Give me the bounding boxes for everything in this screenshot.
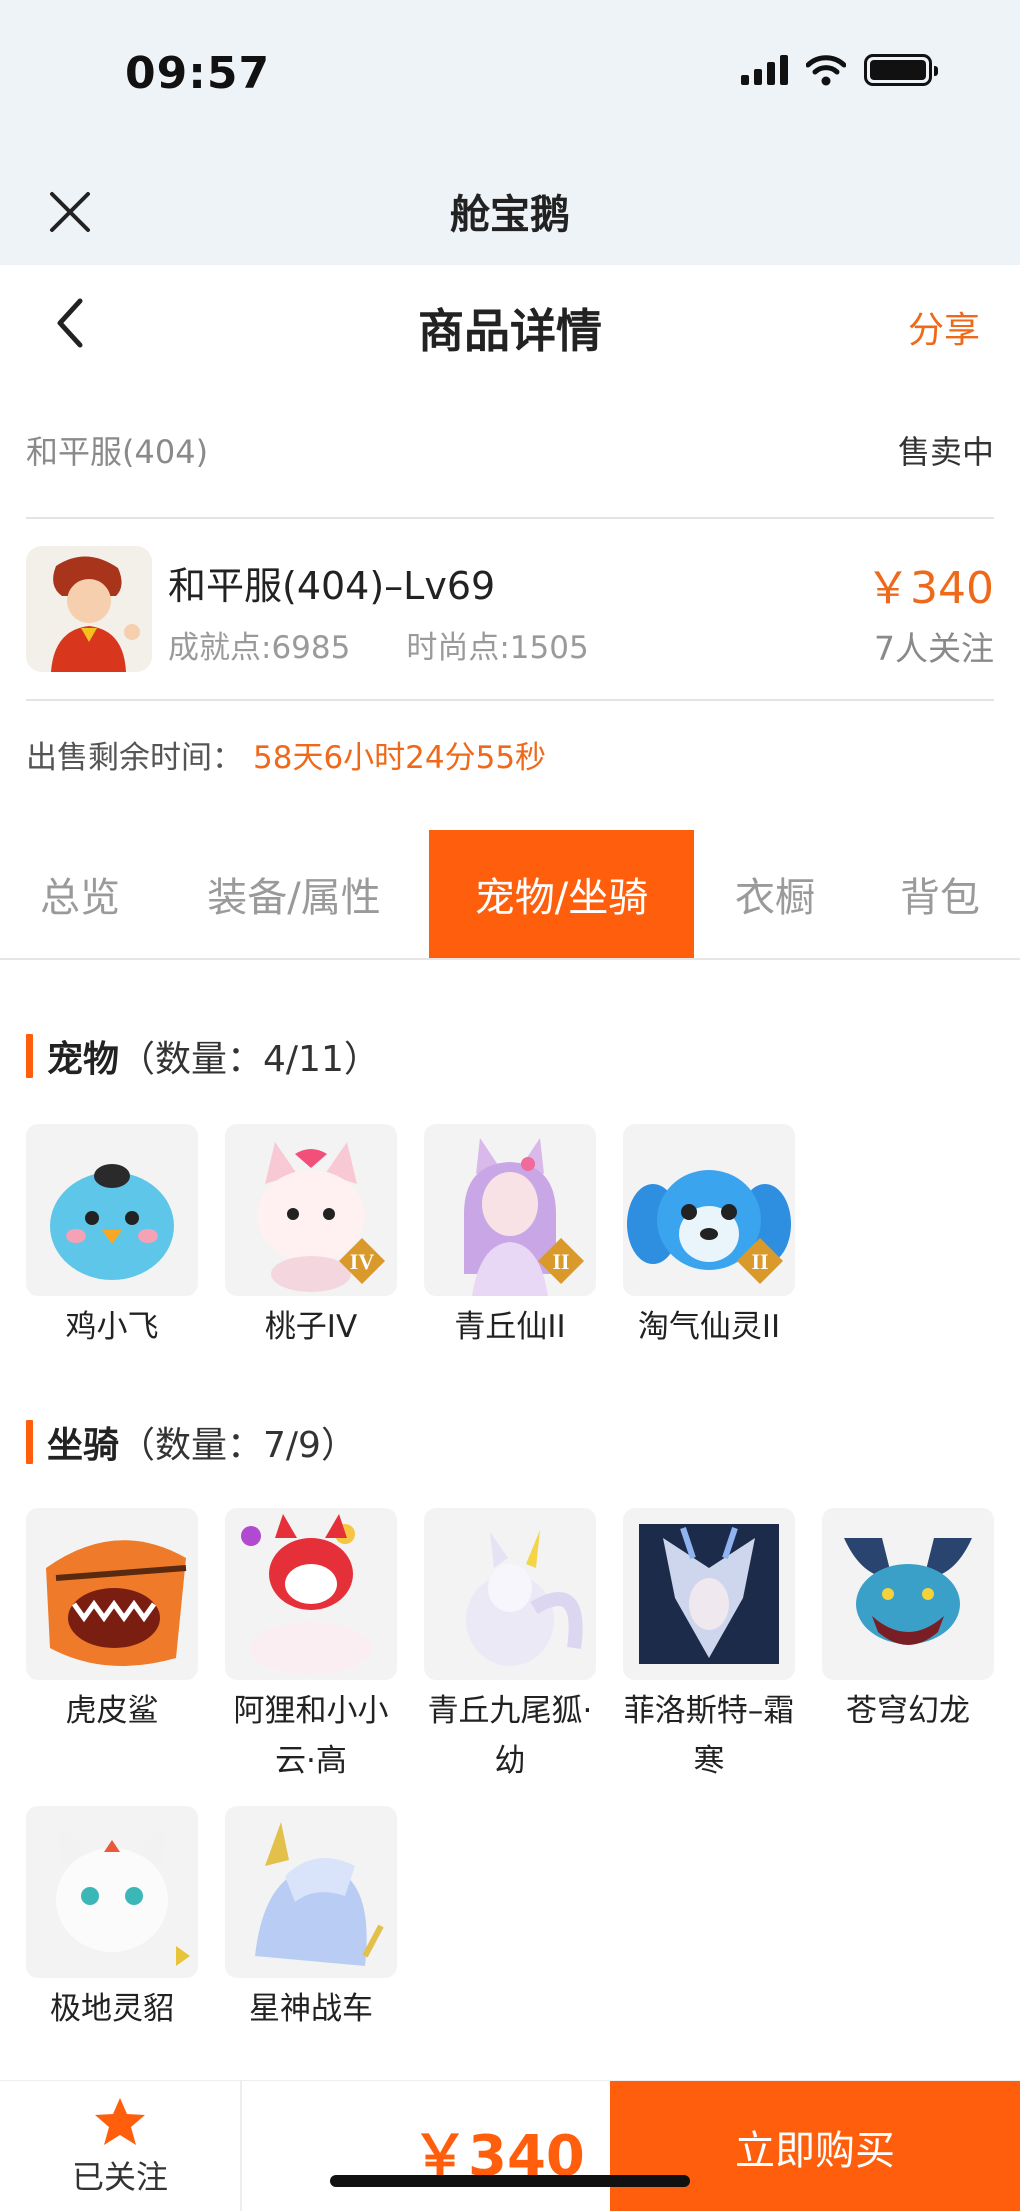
svg-text:II: II: [751, 1249, 768, 1274]
tab-overview[interactable]: 总览: [0, 830, 160, 958]
server-row: 和平服(404) 售卖中: [26, 420, 994, 480]
sale-status: 售卖中: [897, 433, 994, 471]
mount-image: [225, 1508, 397, 1680]
app-title: 舱宝鹅: [450, 192, 570, 238]
pet-card[interactable]: II 青丘仙II: [424, 1124, 596, 1352]
mount-card[interactable]: 苍穹幻龙: [822, 1508, 994, 1736]
pet-image: IV: [225, 1124, 397, 1296]
mount-name: 极地灵貂: [50, 1991, 174, 2027]
battery-icon: [864, 54, 938, 86]
mount-card[interactable]: 虎皮鲨: [26, 1508, 198, 1736]
follow-label: 已关注: [71, 2157, 168, 2196]
svg-text:IV: IV: [350, 1249, 375, 1274]
remaining-time-label: 出售剩余时间：: [26, 740, 243, 776]
signal-icon: [741, 55, 788, 85]
mount-card[interactable]: 菲洛斯特–霜寒: [623, 1508, 795, 1786]
remaining-time-row: 出售剩余时间： 58天6小时24分55秒: [26, 732, 546, 777]
mount-card[interactable]: 阿狸和小小云·高: [225, 1508, 397, 1786]
wifi-icon: [806, 55, 846, 86]
pet-name: 青丘仙II: [454, 1309, 566, 1345]
item-stats: 成就点:6985 时尚点:1505: [168, 622, 589, 667]
tab-bar: 总览 装备/属性 宠物/坐骑 衣橱 背包: [0, 830, 1020, 960]
rank-badge-icon: II: [737, 1238, 783, 1284]
mount-image: [26, 1806, 198, 1978]
fashion-points: 时尚点:1505: [406, 630, 589, 666]
pet-name: 桃子IV: [264, 1309, 358, 1345]
mount-image: [822, 1508, 994, 1680]
mount-card[interactable]: 青丘九尾狐·幼: [424, 1508, 596, 1786]
pet-card[interactable]: IV 桃子IV: [225, 1124, 397, 1352]
remaining-time-value: 58天6小时24分55秒: [253, 740, 547, 776]
svg-text:II: II: [552, 1249, 569, 1274]
pets-count: （数量：4/11）: [119, 1039, 380, 1080]
mount-image: [225, 1806, 397, 1978]
item-price: ￥340: [866, 563, 994, 614]
nav-bar: 商品详情 分享: [0, 265, 1020, 385]
rank-badge-icon: II: [538, 1238, 584, 1284]
pet-name: 淘气仙灵II: [637, 1309, 781, 1345]
mount-card[interactable]: 极地灵貂: [26, 1806, 198, 2034]
server-name: 和平服(404): [26, 433, 209, 471]
tab-equipment[interactable]: 装备/属性: [176, 830, 412, 958]
pet-image: II: [424, 1124, 596, 1296]
status-bar: 09:57: [0, 0, 1020, 160]
tab-wardrobe[interactable]: 衣橱: [710, 830, 840, 958]
pets-section-title: 宠物 （数量：4/11）: [26, 1030, 380, 1082]
tab-pets-mounts[interactable]: 宠物/坐骑: [429, 830, 694, 958]
divider: [26, 699, 994, 701]
pet-card[interactable]: 鸡小飞: [26, 1124, 198, 1352]
follower-count: 7人关注: [874, 629, 994, 668]
character-avatar: [26, 546, 152, 672]
follow-button[interactable]: 已关注: [0, 2081, 242, 2211]
rank-badge-icon: IV: [339, 1238, 385, 1284]
pet-image: II: [623, 1124, 795, 1296]
star-icon: [95, 2097, 145, 2145]
bottom-bar: 已关注 ￥340 立即购买: [0, 2080, 1020, 2211]
mount-card[interactable]: 星神战车: [225, 1806, 397, 2034]
item-name: 和平服(404)–Lv69: [168, 564, 496, 608]
achievement-points: 成就点:6985: [168, 630, 351, 666]
share-button[interactable]: 分享: [908, 301, 980, 353]
mount-name: 阿狸和小小云·高: [233, 1693, 389, 1779]
home-indicator: [330, 2175, 690, 2187]
mount-name: 星神战车: [249, 1991, 373, 2027]
mounts-section-title: 坐骑 （数量：7/9）: [26, 1416, 357, 1468]
mount-name: 青丘九尾狐·幼: [427, 1693, 593, 1779]
mount-image: [424, 1508, 596, 1680]
mount-name: 虎皮鲨: [65, 1693, 159, 1729]
mount-name: 苍穹幻龙: [846, 1693, 970, 1729]
status-time: 09:57: [125, 48, 271, 99]
mounts-title: 坐骑: [47, 1425, 120, 1466]
page-title: 商品详情: [418, 304, 602, 358]
mount-image: [26, 1508, 198, 1680]
tab-backpack[interactable]: 背包: [870, 830, 1010, 958]
app-bar: 舱宝鹅: [0, 160, 1020, 265]
status-icons: [741, 54, 938, 86]
mount-name: 菲洛斯特–霜寒: [623, 1693, 795, 1779]
pet-image: [26, 1124, 198, 1296]
divider: [26, 517, 994, 519]
pet-name: 鸡小飞: [65, 1309, 159, 1345]
mounts-count: （数量：7/9）: [119, 1425, 357, 1466]
pets-title: 宠物: [47, 1039, 120, 1080]
pet-card[interactable]: II 淘气仙灵II: [623, 1124, 795, 1352]
mount-image: [623, 1508, 795, 1680]
buy-now-button[interactable]: 立即购买: [610, 2081, 1020, 2211]
